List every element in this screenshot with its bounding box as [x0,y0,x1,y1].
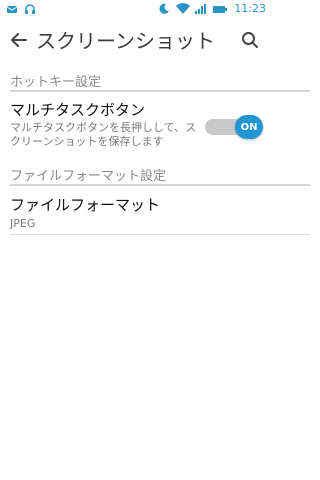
battery-icon [212,3,228,15]
wifi-icon [176,3,191,15]
page-title: スクリーンショット [36,29,215,53]
status-right: 11:23 [158,2,266,16]
file-format-value: JPEG [10,217,36,230]
section-divider [10,184,310,186]
search-button[interactable] [238,27,262,53]
section-header-label: ファイルフォーマット設定 [10,169,169,184]
multitask-button-summary: マルチタスクボタンを長押しして、スクリーンショットを保存します [10,121,197,148]
back-button[interactable] [7,27,31,53]
toggle-thumb: ON [235,115,263,139]
headphones-icon [24,3,36,15]
file-format-title[interactable]: ファイルフォーマット [10,195,160,215]
section-header-label: ホットキー設定 [10,75,104,90]
search-icon [242,32,258,48]
mail-icon [6,3,18,15]
moon-icon [158,3,170,15]
status-bar: 11:23 [0,0,270,18]
multitask-toggle[interactable]: ON [205,115,263,139]
status-time: 11:23 [234,2,266,15]
section-header-file-format: ファイルフォーマット設定 [10,168,310,186]
status-left [6,3,36,15]
section-header-hotkey: ホットキー設定 [10,74,310,92]
multitask-button-title[interactable]: マルチタスクボタン [10,100,145,120]
signal-icon [194,3,207,15]
back-arrow-icon [11,33,27,47]
app-bar: スクリーンショット [0,20,270,62]
list-divider [10,234,310,235]
section-divider [10,90,310,92]
toggle-label: ON [240,121,258,133]
